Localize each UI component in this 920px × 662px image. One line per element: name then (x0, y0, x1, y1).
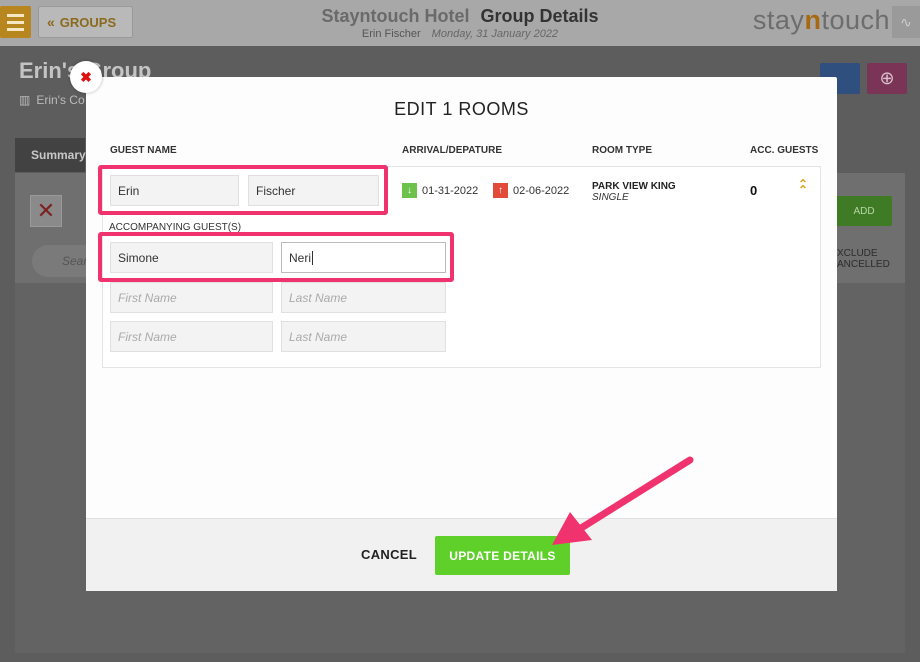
group-company: ▥ Erin's Co (19, 93, 85, 107)
room-type: PARK VIEW KING SINGLE (592, 181, 676, 203)
acc-guest-3-first-input[interactable]: First Name (110, 321, 273, 352)
departure-arrow-icon: ↑ (493, 183, 508, 198)
building-icon: ▥ (19, 93, 31, 107)
departure-date: ↑ 02-06-2022 (493, 183, 569, 198)
business-date: Monday, 31 January 2022 (431, 28, 559, 40)
arrival-date: ↓ 01-31-2022 (402, 183, 478, 198)
activity-wave-icon[interactable]: ∿ (892, 6, 920, 38)
globe-icon: ⊕ (879, 68, 895, 88)
acc-guest-3-last-input[interactable]: Last Name (281, 321, 446, 352)
column-guest-name: GUEST NAME (110, 145, 177, 156)
hotel-name: Stayntouch Hotel (321, 6, 470, 26)
column-room-type: ROOM TYPE (592, 145, 653, 156)
top-bar: « GROUPS Stayntouch Hotel Group Details … (0, 0, 920, 46)
close-icon[interactable]: ✖ (70, 61, 102, 93)
column-arrival-departure: ARRIVAL/DEPATURE (402, 145, 502, 156)
accompanying-guest-highlight (98, 232, 454, 282)
remove-button[interactable]: ✕ (30, 195, 62, 227)
modal-title: EDIT 1 ROOMS (394, 99, 529, 119)
room-subtype: SINGLE (592, 192, 629, 203)
add-button[interactable]: ADD (836, 196, 892, 226)
cancel-button[interactable]: CANCEL (361, 547, 417, 562)
acc-guest-count: 0 (750, 183, 758, 198)
acc-guest-2-last-input[interactable]: Last Name (281, 282, 446, 313)
globe-button[interactable]: ⊕ (867, 63, 907, 94)
tab-summary[interactable]: Summary (15, 138, 86, 172)
page-title: Group Details (480, 6, 599, 26)
update-details-button[interactable]: UPDATE DETAILS (435, 536, 570, 575)
collapse-chevron-icon[interactable]: ⌃ ⌃ (798, 178, 808, 196)
exclude-cancelled-toggle[interactable]: XCLUDE ANCELLED (837, 248, 890, 270)
column-acc-guests: ACC. GUESTS (750, 145, 819, 156)
user-name: Erin Fischer (361, 28, 421, 40)
edit-rooms-modal: EDIT 1 ROOMS GUEST NAME ARRIVAL/DEPATURE… (86, 77, 837, 591)
stayntouch-logo: stayntouch (752, 5, 890, 35)
acc-guest-2-first-input[interactable]: First Name (110, 282, 273, 313)
guest-name-highlight (98, 165, 388, 215)
arrival-arrow-icon: ↓ (402, 183, 417, 198)
